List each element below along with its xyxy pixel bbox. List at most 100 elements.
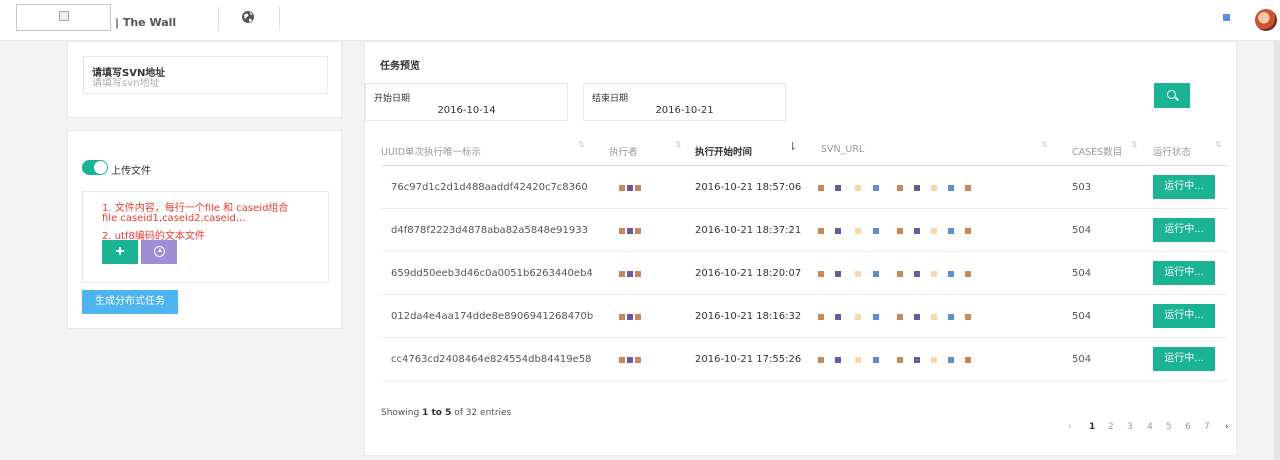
- redaction-pixel: [965, 228, 971, 234]
- sort-icon[interactable]: ⇅: [675, 140, 682, 149]
- sort-icon[interactable]: ⇅: [1131, 140, 1138, 149]
- sort-icon[interactable]: ⇅: [1041, 140, 1048, 149]
- cases-cell: 504: [1072, 311, 1092, 322]
- row-divider: [381, 294, 1228, 295]
- toggle-knob: [94, 161, 107, 174]
- upload-panel: 上传文件 1. 文件内容，每行一个file 和 caseid组合 file ca…: [67, 130, 342, 329]
- start-date-field[interactable]: 开始日期 2016-10-14: [365, 83, 568, 121]
- redaction-pixel: [948, 271, 954, 277]
- generate-task-button[interactable]: 生成分布式任务: [82, 290, 178, 314]
- pagination-next[interactable]: ›: [1225, 422, 1229, 432]
- logo-image[interactable]: [16, 4, 111, 31]
- globe-icon[interactable]: [241, 10, 255, 24]
- notification-icon[interactable]: [1223, 14, 1230, 21]
- end-date-label: 结束日期: [592, 94, 629, 104]
- pagination-page[interactable]: 3: [1127, 422, 1133, 432]
- row-divider: [381, 337, 1228, 338]
- status-button[interactable]: 运行中...: [1153, 175, 1215, 199]
- pagination-page[interactable]: 7: [1204, 422, 1210, 432]
- sort-icon[interactable]: ⇅: [578, 140, 585, 149]
- sort-icon[interactable]: ⇅: [1215, 140, 1222, 149]
- status-button[interactable]: 运行中...: [1153, 304, 1215, 328]
- redaction-pixel: [873, 185, 879, 191]
- column-header-uuid[interactable]: UUID单次执行唯一标示: [381, 144, 481, 158]
- note-line: 1. 文件内容，每行一个file 和 caseid组合: [102, 203, 289, 214]
- avatar[interactable]: [1255, 9, 1277, 31]
- page-scrollbar[interactable]: [1274, 41, 1280, 460]
- broken-image-icon: [59, 11, 69, 21]
- column-header-start-time[interactable]: 执行开始时间: [695, 144, 752, 158]
- redaction-pixel: [897, 228, 903, 234]
- redaction-pixel: [873, 271, 879, 277]
- table-header-divider: [381, 165, 1228, 166]
- upload-button[interactable]: [141, 240, 177, 264]
- redaction-pixel: [818, 228, 824, 234]
- redaction-pixel: [931, 357, 937, 363]
- row-divider: [381, 251, 1228, 252]
- redaction-pixel: [914, 357, 920, 363]
- table-info-suffix: of 32 entries: [451, 408, 512, 418]
- redaction-pixel: [931, 185, 937, 191]
- redaction-pixel: [627, 185, 633, 191]
- cases-cell: 504: [1072, 354, 1092, 365]
- pagination-prev[interactable]: ‹: [1068, 422, 1072, 432]
- redaction-pixel: [965, 185, 971, 191]
- redaction-pixel: [897, 271, 903, 277]
- start-time-cell: 2016-10-21 18:57:06: [695, 182, 802, 193]
- redaction-pixel: [635, 271, 641, 277]
- redaction-pixel: [931, 271, 937, 277]
- redaction-pixel: [635, 357, 641, 363]
- uuid-cell: cc4763cd2408464e824554db84419e58: [391, 354, 592, 365]
- redaction-pixel: [635, 185, 641, 191]
- redaction-pixel: [835, 314, 841, 320]
- pagination-page[interactable]: 2: [1108, 422, 1114, 432]
- end-date-value[interactable]: 2016-10-21: [584, 105, 785, 116]
- status-button[interactable]: 运行中...: [1153, 261, 1215, 285]
- redaction-pixel: [914, 185, 920, 191]
- column-header-cases[interactable]: CASES数目: [1072, 144, 1122, 158]
- status-button[interactable]: 运行中...: [1153, 218, 1215, 242]
- redaction-pixel: [619, 314, 625, 320]
- redaction-pixel: [931, 314, 937, 320]
- start-time-cell: 2016-10-21 18:16:32: [695, 311, 802, 322]
- svn-input[interactable]: [92, 78, 312, 89]
- status-button[interactable]: 运行中...: [1153, 347, 1215, 371]
- column-header-status[interactable]: 运行状态: [1153, 144, 1191, 158]
- redaction-pixel: [948, 357, 954, 363]
- row-divider: [381, 380, 1228, 381]
- redaction-pixel: [818, 314, 824, 320]
- sort-desc-icon[interactable]: ⇂: [788, 140, 797, 153]
- redaction-pixel: [965, 271, 971, 277]
- redaction-pixel: [835, 228, 841, 234]
- search-button[interactable]: [1154, 83, 1190, 108]
- table-info: Showing 1 to 5 of 32 entries: [381, 408, 511, 418]
- redaction-pixel: [835, 271, 841, 277]
- redaction-pixel: [897, 185, 903, 191]
- redaction-pixel: [818, 271, 824, 277]
- column-header-executor[interactable]: 执行者: [609, 144, 638, 158]
- redaction-pixel: [897, 314, 903, 320]
- task-preview-panel: 任务预览 开始日期 2016-10-14 结束日期 2016-10-21 UUI…: [364, 41, 1237, 456]
- redaction-pixel: [873, 228, 879, 234]
- pagination-page[interactable]: 4: [1147, 422, 1153, 432]
- column-header-svn-url[interactable]: SVN_URL: [821, 144, 864, 155]
- redaction-pixel: [948, 185, 954, 191]
- redaction-pixel: [855, 185, 861, 191]
- upload-note-box: 1. 文件内容，每行一个file 和 caseid组合 file caseid1…: [82, 191, 329, 283]
- uuid-cell: 012da4e4aa174dde8e8906941268470b: [391, 311, 594, 322]
- redaction-pixel: [835, 357, 841, 363]
- note-line: file caseid1,caseid2,caseid...: [102, 213, 246, 224]
- add-file-button[interactable]: +: [102, 240, 138, 264]
- pagination-page[interactable]: 5: [1166, 422, 1172, 432]
- redaction-pixel: [855, 314, 861, 320]
- redaction-pixel: [619, 271, 625, 277]
- pagination-page[interactable]: 6: [1185, 422, 1191, 432]
- arrow-up-icon: [158, 248, 162, 252]
- uuid-cell: d4f878f2223d4878aba82a5848e91933: [391, 225, 588, 236]
- start-time-cell: 2016-10-21 18:20:07: [695, 268, 802, 279]
- end-date-field[interactable]: 结束日期 2016-10-21: [583, 83, 786, 121]
- upload-toggle[interactable]: [82, 160, 108, 175]
- cases-cell: 504: [1072, 268, 1092, 279]
- start-date-value[interactable]: 2016-10-14: [366, 105, 567, 116]
- pagination-page[interactable]: 1: [1089, 422, 1095, 432]
